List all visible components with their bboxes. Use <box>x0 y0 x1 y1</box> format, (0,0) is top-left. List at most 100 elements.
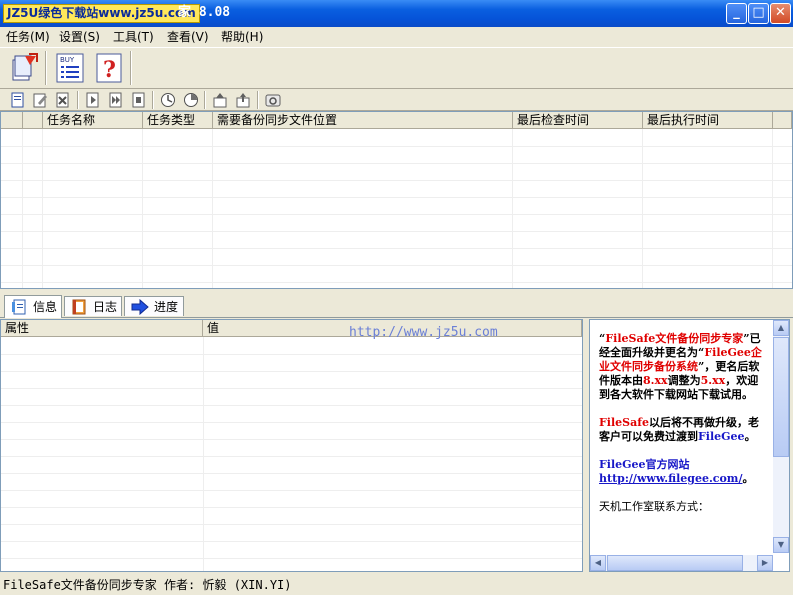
grid-line <box>1 456 582 457</box>
column-header-check[interactable] <box>1 112 23 129</box>
grid-line <box>1 388 582 389</box>
stop-task-icon[interactable] <box>131 92 147 108</box>
grid-line <box>1 541 582 542</box>
grid-line <box>1 507 582 508</box>
column-header-last-check[interactable]: 最后检查时间 <box>513 112 643 129</box>
grid-line <box>1 180 792 181</box>
column-header-file-location[interactable]: 需要备份同步文件位置 <box>213 112 513 129</box>
new-task-icon <box>12 53 38 81</box>
info-text-run: FileSafe文件备份同步专家 <box>605 332 744 345</box>
grid-line <box>1 354 582 355</box>
official-site-label: FileGee官方网站 <box>599 458 690 471</box>
vertical-scrollbar[interactable]: ▲ ▼ <box>773 320 789 553</box>
help-button[interactable]: ? <box>94 52 124 84</box>
info-text-run: FileSafe <box>599 416 649 429</box>
log-book-icon <box>72 299 86 315</box>
run-all-icon[interactable] <box>108 92 124 108</box>
horizontal-scrollbar[interactable]: ◀ ▶ <box>590 555 773 571</box>
toolbar-separator <box>152 91 154 109</box>
menu-task[interactable]: 任务(M) <box>6 29 50 45</box>
grid-line <box>1 231 792 232</box>
column-header-task-name[interactable]: 任务名称 <box>43 112 143 129</box>
properties-list[interactable]: 属性 值 http://www.jz5u.com <box>0 319 583 572</box>
run-task-icon[interactable] <box>85 92 101 108</box>
column-header-property[interactable]: 属性 <box>1 320 203 337</box>
tab-progress-label: 进度 <box>154 300 179 314</box>
grid-line <box>1 490 582 491</box>
info-text-run: FileGee <box>698 430 745 443</box>
tab-baseline <box>0 317 793 318</box>
close-button[interactable]: ✕ <box>770 3 791 24</box>
toolbar-separator <box>130 51 132 85</box>
tab-log[interactable]: 日志 <box>64 296 122 316</box>
maximize-button[interactable]: □ <box>748 3 769 24</box>
export-icon[interactable] <box>235 92 251 108</box>
info-text-run: 调整为 <box>667 374 701 387</box>
official-site-link[interactable]: http://www.filegee.com/ <box>599 472 742 485</box>
bottom-tabs: 信息 日志 进度 <box>0 294 793 318</box>
toolbar-separator <box>45 51 47 85</box>
column-header-status[interactable] <box>23 112 43 129</box>
toolbar-separator <box>77 91 79 109</box>
tab-info-label: 信息 <box>33 300 58 314</box>
grid-line <box>1 473 582 474</box>
grid-line <box>1 265 792 266</box>
grid-line <box>1 371 582 372</box>
new-task-button[interactable] <box>10 52 40 84</box>
tab-info[interactable]: 信息 <box>4 295 62 318</box>
tab-progress[interactable]: 进度 <box>124 296 184 316</box>
scroll-left-button[interactable]: ◀ <box>590 555 606 571</box>
buy-button[interactable]: BUY <box>55 52 85 84</box>
menu-view[interactable]: 查看(V) <box>167 29 209 45</box>
task-toolbar <box>0 89 793 111</box>
import-icon[interactable] <box>212 92 228 108</box>
info-pane[interactable]: “FileSafe文件备份同步专家”已经全面升级并更名为“FileGee企业文件… <box>589 319 790 572</box>
toolbar-separator <box>204 91 206 109</box>
schedule-clock-icon[interactable] <box>160 92 176 108</box>
menu-settings[interactable]: 设置(S) <box>59 29 100 45</box>
grid-line <box>1 439 582 440</box>
scroll-up-button[interactable]: ▲ <box>773 320 789 336</box>
contact-label: 天机工作室联系方式： <box>599 500 709 513</box>
close-icon: ✕ <box>775 5 786 20</box>
toolbar-separator <box>257 91 259 109</box>
minimize-button[interactable]: _ <box>726 3 747 24</box>
status-text: FileSafe文件备份同步专家 作者: 忻毅 (XIN.YI) <box>3 578 292 592</box>
edit-task-icon[interactable] <box>32 92 48 108</box>
menu-bar: 任务(M) 设置(S) 工具(T) 查看(V) 帮助(H) <box>0 27 793 47</box>
task-list[interactable]: 任务名称 任务类型 需要备份同步文件位置 最后检查时间 最后执行时间 <box>0 111 793 289</box>
scroll-down-button[interactable]: ▼ <box>773 537 789 553</box>
window-title: 家 8.08 <box>178 5 231 20</box>
info-text-run: 。 <box>744 430 756 443</box>
help-icon: ? <box>96 53 122 83</box>
column-header-last-run[interactable]: 最后执行时间 <box>643 112 773 129</box>
scroll-right-button[interactable]: ▶ <box>757 555 773 571</box>
grid-line <box>1 248 792 249</box>
menu-tools[interactable]: 工具(T) <box>113 29 154 45</box>
hscroll-thumb[interactable] <box>607 555 743 571</box>
grid-line <box>1 197 792 198</box>
grid-line <box>1 405 582 406</box>
scroll-thumb[interactable] <box>773 337 789 457</box>
column-header-task-type[interactable]: 任务类型 <box>143 112 213 129</box>
svg-text:BUY: BUY <box>60 56 75 64</box>
status-bar: FileSafe文件备份同步专家 作者: 忻毅 (XIN.YI) <box>0 575 793 595</box>
menu-help[interactable]: 帮助(H) <box>221 29 263 45</box>
grid-line <box>1 146 792 147</box>
grid-line <box>1 282 792 283</box>
info-page-icon <box>12 299 26 315</box>
grid-line <box>1 214 792 215</box>
refresh-icon[interactable] <box>265 92 281 108</box>
progress-arrow-icon <box>131 299 149 315</box>
info-text: “FileSafe文件备份同步专家”已经全面升级并更名为“FileGee企业文件… <box>599 332 764 514</box>
info-text-run: 。 <box>742 472 754 485</box>
grid-line <box>1 524 582 525</box>
grid-line <box>1 163 792 164</box>
svg-text:?: ? <box>103 57 116 83</box>
add-task-icon[interactable] <box>10 92 26 108</box>
grid-line <box>1 422 582 423</box>
delete-task-icon[interactable] <box>55 92 71 108</box>
grid-line <box>203 337 204 571</box>
pause-clock-icon[interactable] <box>183 92 199 108</box>
info-text-run: 8.xx <box>643 374 668 387</box>
